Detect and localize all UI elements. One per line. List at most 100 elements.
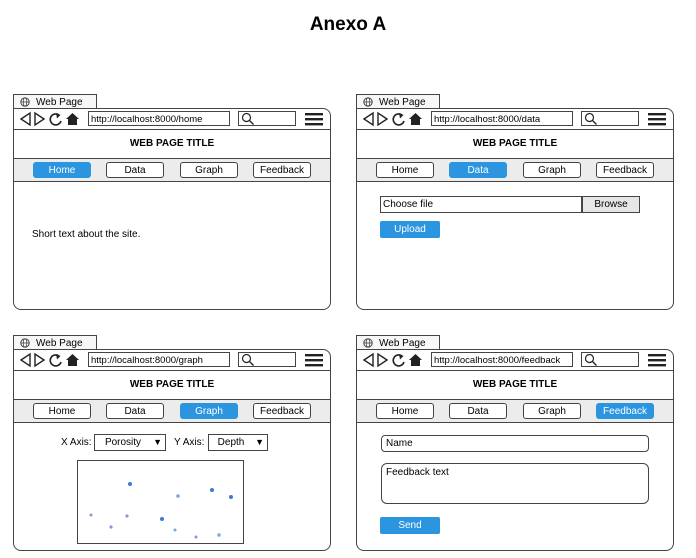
nav-feedback-button[interactable]: Feedback (253, 403, 311, 419)
url-input[interactable]: http://localhost:8000/data (431, 111, 573, 126)
hamburger-menu-icon[interactable] (305, 353, 323, 367)
x-axis-label: X Axis: (61, 437, 92, 448)
back-arrow-icon[interactable] (362, 111, 374, 127)
forward-arrow-icon[interactable] (377, 352, 389, 368)
site-title: WEB PAGE TITLE (357, 130, 673, 159)
globe-icon (363, 338, 373, 348)
wireframe-graph: Web Page http://localhost:8000/graph WEB… (13, 335, 331, 551)
nav-graph-button[interactable]: Graph (180, 162, 238, 178)
dropdown-arrow-icon: ▼ (153, 437, 162, 447)
site-description: Short text about the site. (32, 229, 141, 240)
search-icon (241, 112, 254, 125)
search-icon (584, 112, 597, 125)
reload-icon[interactable] (392, 113, 405, 126)
nav-graph-button[interactable]: Graph (180, 403, 238, 419)
page-content: Name Feedback text Send (357, 423, 673, 550)
scatter-plot (77, 460, 244, 544)
send-button[interactable]: Send (380, 517, 440, 534)
url-input[interactable]: http://localhost:8000/home (88, 111, 230, 126)
plot-point (160, 517, 164, 521)
site-title: WEB PAGE TITLE (14, 371, 330, 400)
home-icon[interactable] (409, 113, 422, 125)
browser-tab[interactable]: Web Page (13, 335, 97, 350)
globe-icon (20, 97, 30, 107)
nav-data-button[interactable]: Data (106, 403, 164, 419)
reload-icon[interactable] (392, 354, 405, 367)
globe-icon (363, 97, 373, 107)
browser-window: http://localhost:8000/data WEB PAGE TITL… (356, 108, 674, 310)
y-axis-label: Y Axis: (174, 437, 205, 448)
browser-tab[interactable]: Web Page (356, 335, 440, 350)
nav-bar: Home Data Graph Feedback (14, 400, 330, 423)
page-content: Choose file Browse Upload (357, 182, 673, 309)
hamburger-menu-icon[interactable] (648, 112, 666, 126)
home-icon[interactable] (66, 354, 79, 366)
browser-window: http://localhost:8000/graph WEB PAGE TIT… (13, 349, 331, 551)
plot-point (176, 494, 180, 498)
name-field[interactable]: Name (381, 435, 649, 452)
plot-point (217, 533, 221, 537)
hamburger-menu-icon[interactable] (305, 112, 323, 126)
browser-nav-icons (362, 352, 422, 368)
url-input[interactable]: http://localhost:8000/feedback (431, 352, 573, 367)
hamburger-menu-icon[interactable] (648, 353, 666, 367)
plot-point (210, 488, 214, 492)
reload-icon[interactable] (49, 113, 62, 126)
nav-bar: Home Data Graph Feedback (357, 159, 673, 182)
plot-point (89, 513, 93, 517)
forward-arrow-icon[interactable] (377, 111, 389, 127)
home-icon[interactable] (66, 113, 79, 125)
wireframe-data: Web Page http://localhost:8000/data WEB … (356, 94, 674, 310)
x-axis-value: Porosity (104, 437, 142, 448)
feedback-textarea[interactable]: Feedback text (381, 463, 649, 504)
nav-data-button[interactable]: Data (106, 162, 164, 178)
nav-graph-button[interactable]: Graph (523, 162, 581, 178)
forward-arrow-icon[interactable] (34, 352, 46, 368)
browser-tab[interactable]: Web Page (356, 94, 440, 109)
address-bar: http://localhost:8000/feedback (357, 350, 673, 371)
search-box[interactable] (238, 352, 296, 367)
nav-data-button[interactable]: Data (449, 403, 507, 419)
y-axis-value: Depth (217, 437, 245, 448)
page-heading: Anexo A (309, 14, 387, 35)
nav-home-button[interactable]: Home (33, 403, 91, 419)
search-icon (241, 353, 254, 366)
nav-feedback-button[interactable]: Feedback (596, 403, 654, 419)
plot-point (194, 535, 198, 539)
reload-icon[interactable] (49, 354, 62, 367)
forward-arrow-icon[interactable] (34, 111, 46, 127)
home-icon[interactable] (409, 354, 422, 366)
browser-nav-icons (19, 111, 79, 127)
url-input[interactable]: http://localhost:8000/graph (88, 352, 230, 367)
back-arrow-icon[interactable] (362, 352, 374, 368)
browser-nav-icons (19, 352, 79, 368)
site-title: WEB PAGE TITLE (357, 371, 673, 400)
nav-feedback-button[interactable]: Feedback (596, 162, 654, 178)
nav-data-button[interactable]: Data (449, 162, 507, 178)
search-box[interactable] (581, 352, 639, 367)
page-content: Short text about the site. (14, 182, 330, 309)
back-arrow-icon[interactable] (19, 352, 31, 368)
search-box[interactable] (238, 111, 296, 126)
nav-graph-button[interactable]: Graph (523, 403, 581, 419)
back-arrow-icon[interactable] (19, 111, 31, 127)
browser-window: http://localhost:8000/home WEB PAGE TITL… (13, 108, 331, 310)
plot-point (128, 482, 132, 486)
nav-home-button[interactable]: Home (376, 403, 434, 419)
nav-feedback-button[interactable]: Feedback (253, 162, 311, 178)
browser-window: http://localhost:8000/feedback WEB PAGE … (356, 349, 674, 551)
nav-home-button[interactable]: Home (33, 162, 91, 178)
x-axis-select[interactable]: Porosity ▼ (94, 434, 166, 451)
nav-bar: Home Data Graph Feedback (357, 400, 673, 423)
nav-bar: Home Data Graph Feedback (14, 159, 330, 182)
upload-button[interactable]: Upload (380, 221, 440, 238)
browse-button[interactable]: Browse (582, 196, 640, 213)
nav-home-button[interactable]: Home (376, 162, 434, 178)
globe-icon (20, 338, 30, 348)
plot-point (173, 528, 177, 532)
wireframe-home: Web Page http://localhost:8000/home WEB … (13, 94, 331, 310)
browser-tab[interactable]: Web Page (13, 94, 97, 109)
search-box[interactable] (581, 111, 639, 126)
file-input[interactable]: Choose file (380, 196, 582, 213)
y-axis-select[interactable]: Depth ▼ (208, 434, 268, 451)
